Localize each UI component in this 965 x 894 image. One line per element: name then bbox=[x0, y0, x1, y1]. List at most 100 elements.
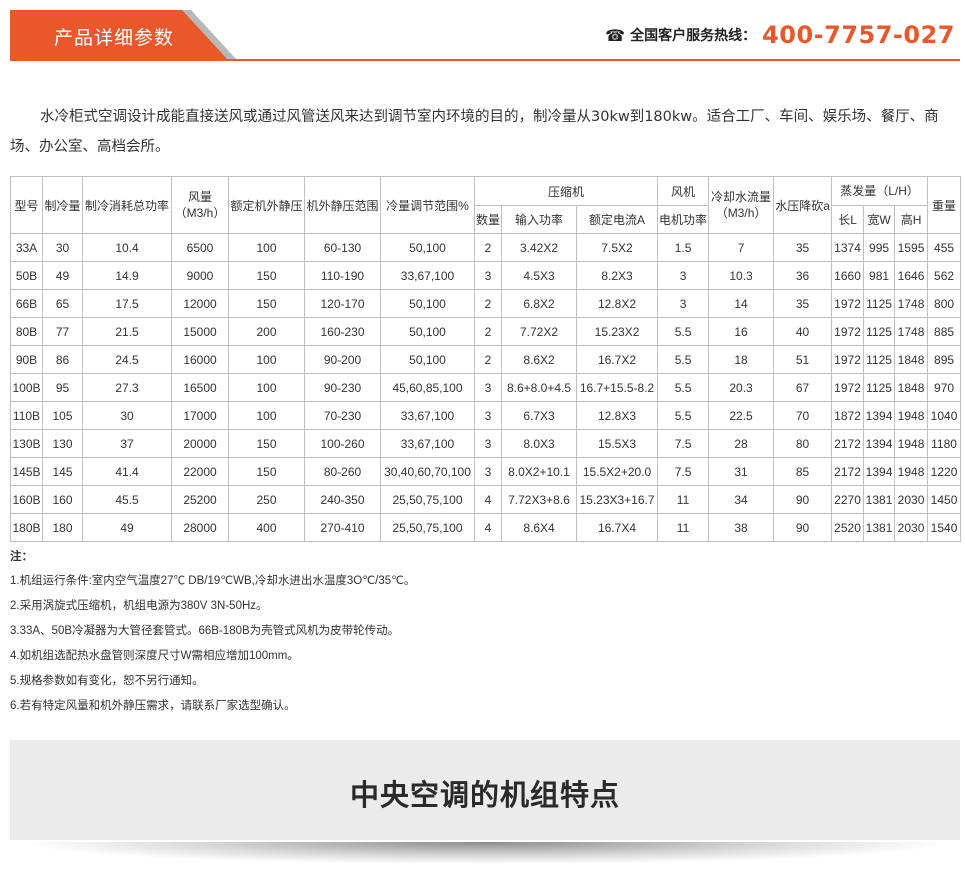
table-cell: 150 bbox=[228, 429, 305, 458]
notes-title: 注： bbox=[10, 551, 33, 563]
table-cell: 27.3 bbox=[82, 373, 172, 402]
table-cell: 50,100 bbox=[380, 345, 475, 374]
table-cell: 49 bbox=[82, 513, 172, 542]
table-cell: 90B bbox=[10, 345, 43, 374]
table-cell: 16.7+15.5-8.2 bbox=[575, 373, 659, 402]
col-comp-current: 额定电流A bbox=[575, 205, 659, 234]
table-cell: 28000 bbox=[171, 513, 229, 542]
table-cell: 1972 bbox=[831, 289, 865, 318]
col-weight: 重量 bbox=[927, 176, 962, 234]
col-rated-static: 额定机外静压 bbox=[228, 176, 305, 234]
table-cell: 2030 bbox=[894, 485, 929, 514]
table-cell: 50B bbox=[10, 261, 43, 290]
table-cell: 1540 bbox=[927, 513, 962, 542]
table-cell: 1125 bbox=[863, 317, 896, 346]
table-cell: 150 bbox=[228, 289, 305, 318]
table-cell: 8.0X2+10.1 bbox=[501, 457, 577, 486]
table-cell: 22.5 bbox=[708, 401, 775, 430]
col-adjust-range: 冷量调节范围% bbox=[380, 176, 475, 234]
table-cell: 10.3 bbox=[708, 261, 775, 290]
col-static-range: 机外静压范围 bbox=[304, 176, 381, 234]
note-item: 3.33A、50B冷凝器为大管径套管式。66B-180B为壳管式风机为皮带轮传动… bbox=[10, 625, 400, 637]
table-cell: 6500 bbox=[171, 233, 229, 262]
table-cell: 11 bbox=[657, 485, 710, 514]
table-cell: 16.7X4 bbox=[575, 513, 659, 542]
table-cell: 67 bbox=[773, 373, 833, 402]
table-cell: 1848 bbox=[894, 345, 929, 374]
table-cell: 1374 bbox=[831, 233, 865, 262]
table-cell: 1125 bbox=[863, 289, 896, 318]
note-item: 5.规格参数如有变化，恕不另行通知。 bbox=[10, 675, 204, 687]
table-row: 80B 77 21.5 15000 200 160-230 50,100 2 7.72X2 15.… bbox=[10, 317, 962, 346]
table-cell: 35 bbox=[773, 289, 833, 318]
phone-icon: ☎ bbox=[605, 25, 626, 45]
table-cell: 45,60,85,100 bbox=[380, 373, 475, 402]
table-cell: 8.6+8.0+4.5 bbox=[501, 373, 577, 402]
table-cell: 1646 bbox=[894, 261, 929, 290]
table-cell: 80B bbox=[10, 317, 43, 346]
table-cell: 250 bbox=[228, 485, 305, 514]
table-cell: 31 bbox=[708, 457, 775, 486]
table-cell: 1125 bbox=[863, 345, 896, 374]
table-cell: 2520 bbox=[831, 513, 865, 542]
spec-table-body: 33A 30 10.4 6500 100 60-130 50,100 2 3.42X2 7.5X2… bbox=[10, 233, 962, 542]
table-cell: 3 bbox=[474, 457, 502, 486]
table-cell: 1381 bbox=[863, 485, 896, 514]
table-cell: 110-190 bbox=[304, 261, 381, 290]
table-cell: 30 bbox=[42, 233, 83, 262]
note-item: 2.采用涡旋式压缩机，机组电源为380V 3N-50Hz。 bbox=[10, 600, 268, 612]
col-airflow: 风量（M3/h） bbox=[171, 176, 229, 234]
table-cell: 16 bbox=[708, 317, 775, 346]
table-cell: 100-260 bbox=[304, 429, 381, 458]
col-length: 长L bbox=[831, 205, 865, 234]
table-cell: 77 bbox=[42, 317, 83, 346]
col-fan: 风机 bbox=[657, 176, 710, 206]
spec-table: 型号 制冷量 制冷消耗总功率 风量（M3/h） 额定机外静压 机外静压范围 冷量… bbox=[10, 176, 962, 542]
table-cell: 25,50,75,100 bbox=[380, 513, 475, 542]
table-cell: 51 bbox=[773, 345, 833, 374]
col-compressor: 压缩机 bbox=[473, 176, 659, 206]
table-cell: 100 bbox=[228, 233, 305, 262]
col-width: 宽W bbox=[863, 205, 896, 234]
table-cell: 14.9 bbox=[82, 261, 172, 290]
table-cell: 18 bbox=[708, 345, 775, 374]
table-row: 180B 180 49 28000 400 270-410 25,50,75,100 4 8.6… bbox=[10, 513, 962, 542]
hotline-label: 全国客户服务热线： bbox=[630, 28, 757, 44]
table-cell: 2 bbox=[474, 345, 502, 374]
table-cell: 5.5 bbox=[657, 401, 710, 430]
table-row: 145B 145 41.4 22000 150 80-260 30,40,60,70,100… bbox=[10, 457, 962, 486]
table-cell: 100 bbox=[228, 401, 305, 430]
table-cell: 1972 bbox=[831, 345, 865, 374]
table-cell: 100 bbox=[228, 345, 305, 374]
table-cell: 16.7X2 bbox=[575, 345, 659, 374]
hotline-number[interactable]: 400-7757-027 bbox=[762, 21, 955, 49]
table-cell: 150 bbox=[228, 457, 305, 486]
table-cell: 12.8X2 bbox=[575, 289, 659, 318]
table-cell: 4.5X3 bbox=[501, 261, 577, 290]
product-intro: 水冷柜式空调设计成能直接送风或通过风管送风来达到调节室内环境的目的，制冷量从30… bbox=[10, 108, 939, 155]
table-row: 33A 30 10.4 6500 100 60-130 50,100 2 3.42X2 7.5X2… bbox=[10, 233, 962, 262]
table-cell: 36 bbox=[773, 261, 833, 290]
table-cell: 3 bbox=[474, 401, 502, 430]
table-cell: 70-230 bbox=[304, 401, 381, 430]
table-cell: 50,100 bbox=[380, 317, 475, 346]
table-cell: 35 bbox=[773, 233, 833, 262]
table-cell: 15.5X3 bbox=[575, 429, 659, 458]
section-title: 产品详细参数 bbox=[54, 27, 175, 49]
col-water-flow: 冷却水流量（M3/h） bbox=[708, 176, 775, 234]
table-cell: 8.6X4 bbox=[501, 513, 577, 542]
table-cell: 1972 bbox=[831, 317, 865, 346]
table-cell: 50,100 bbox=[380, 233, 475, 262]
table-cell: 455 bbox=[927, 233, 962, 262]
table-cell: 95 bbox=[42, 373, 83, 402]
table-cell: 145B bbox=[10, 457, 43, 486]
table-row: 160B 160 45.5 25200 250 240-350 25,50,75,100 4 7… bbox=[10, 485, 962, 514]
table-header-row: 型号 制冷量 制冷消耗总功率 风量（M3/h） 额定机外静压 机外静压范围 冷量… bbox=[10, 176, 962, 234]
table-row: 66B 65 17.5 12000 150 120-170 50,100 2 6.8X2 12.8… bbox=[10, 289, 962, 318]
table-cell: 21.5 bbox=[82, 317, 172, 346]
table-cell: 105 bbox=[42, 401, 83, 430]
table-cell: 120-170 bbox=[304, 289, 381, 318]
table-cell: 50,100 bbox=[380, 289, 475, 318]
table-cell: 38 bbox=[708, 513, 775, 542]
table-row: 100B 95 27.3 16500 100 90-230 45,60,85,100 3 8.6… bbox=[10, 373, 962, 402]
